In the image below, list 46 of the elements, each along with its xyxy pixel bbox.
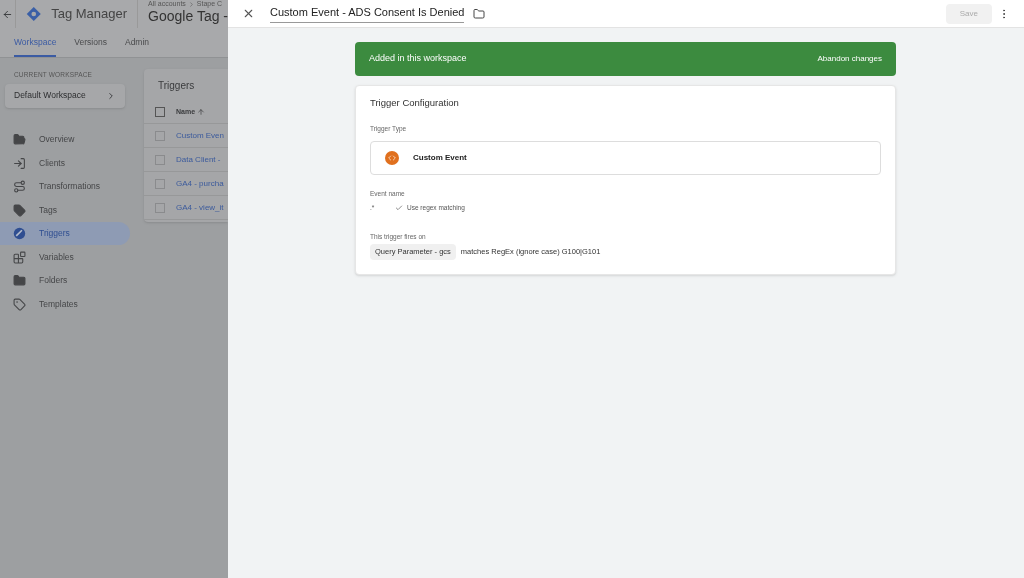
trigger-link[interactable]: GA4 - purcha	[176, 177, 224, 190]
nav-item[interactable]: Templates	[0, 292, 130, 316]
nav-item[interactable]: Overview	[0, 127, 130, 152]
chevron-icon	[106, 90, 116, 101]
nav-item[interactable]: Triggers	[0, 221, 130, 246]
route-icon	[13, 180, 26, 193]
checkbox[interactable]	[155, 107, 165, 117]
banner-text: Added in this workspace	[369, 52, 467, 66]
tag-icon	[13, 203, 26, 217]
workspace-selector[interactable]: Default Workspace	[5, 83, 125, 108]
folder-icon[interactable]	[473, 7, 486, 20]
nav-tab[interactable]: Workspace	[14, 36, 57, 57]
nav-item[interactable]: Folders	[0, 268, 130, 293]
checkbox[interactable]	[155, 130, 165, 141]
nav-item[interactable]: Tags	[0, 198, 130, 222]
nav-item[interactable]: Transformations	[0, 174, 130, 199]
trigger-type-card[interactable]: Custom Event	[370, 141, 881, 175]
logo-icon	[25, 5, 42, 23]
trigger-link[interactable]: Custom Even	[176, 129, 225, 142]
folder-icon	[13, 274, 26, 287]
checkbox[interactable]	[155, 154, 165, 165]
nav-tab[interactable]: Admin	[124, 36, 150, 57]
nav-item[interactable]: Variables	[0, 245, 130, 269]
nav-item[interactable]: Clients	[0, 151, 130, 175]
title-field[interactable]: Custom Event - ADS Consent Is Denied	[270, 4, 465, 23]
app-name: Tag Manager	[51, 5, 128, 24]
tag-outline-icon	[13, 297, 26, 311]
folder-icon	[13, 133, 26, 146]
card-title: Trigger Configuration	[370, 96, 460, 110]
container-name: Google Tag -	[148, 8, 228, 24]
code-icon	[385, 151, 399, 165]
blocks-icon	[13, 250, 26, 264]
trigger-type: Custom Event	[413, 152, 467, 164]
close-icon[interactable]	[242, 7, 255, 20]
checkbox[interactable]	[155, 178, 165, 189]
login-icon	[13, 156, 26, 170]
nav-tab[interactable]: Versions	[74, 36, 107, 57]
card-title: Triggers	[157, 78, 196, 93]
abandon-link[interactable]: Abandon changes	[817, 53, 882, 65]
back-arrow-icon	[1, 8, 13, 20]
sort-arrow-icon	[197, 108, 206, 116]
trigger-link[interactable]: Data Client -	[176, 153, 221, 166]
chevron-icon	[187, 0, 195, 8]
checkbox[interactable]	[155, 202, 165, 213]
trigger-link[interactable]: GA4 - view_it	[176, 201, 224, 214]
trigger-icon	[13, 227, 26, 240]
